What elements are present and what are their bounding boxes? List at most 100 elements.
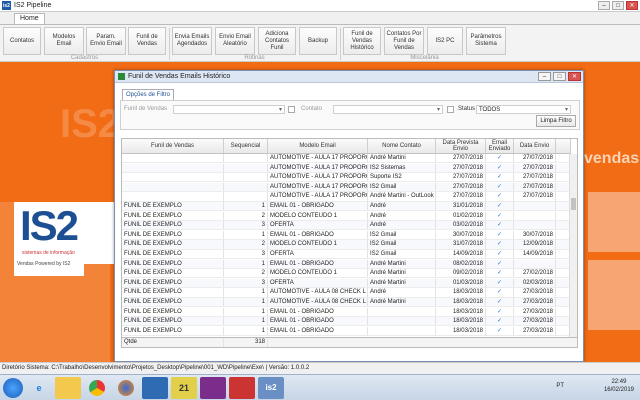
column-header-modelo[interactable]: Modelo Email [268, 139, 368, 153]
table-row[interactable]: AUTOMOTIVE - AULA 17 PROPORC André Martin… [122, 192, 571, 202]
maximize-button[interactable]: □ [612, 1, 624, 10]
contatos-button[interactable]: Contatos [3, 27, 41, 55]
cell-email-enviado: ✓ [486, 298, 514, 307]
param-envio-email-button[interactable]: Param. Envio Email [86, 27, 126, 55]
table-row[interactable]: FUNIL DE EXEMPLO 1 AUTOMOTIVE - AULA 08 CH… [122, 288, 571, 298]
cell-contato: André Martini [368, 278, 436, 287]
is2-icon[interactable]: is2 [258, 376, 284, 399]
cell-email-enviado: ✓ [486, 163, 514, 172]
cell-data-prevista: 27/07/2018 [436, 154, 486, 163]
tab-home[interactable]: Home [14, 13, 45, 24]
table-row[interactable]: FUNIL DE EXEMPLO 1 EMAIL 01 - OBRIGADO Andr… [122, 202, 571, 212]
parametros-sistema-button[interactable]: Parâmetros Sistema [466, 27, 506, 55]
modelos-email-button[interactable]: Modelos Email [44, 27, 84, 55]
column-header-sequencial[interactable]: Sequencial [224, 139, 268, 153]
chrome-icon[interactable] [84, 377, 110, 399]
column-header-email-enviado[interactable]: Email Enviado [486, 139, 514, 153]
table-row[interactable]: FUNIL DE EXEMPLO 3 OFERTA André Martini 01/0… [122, 278, 571, 288]
app-icon[interactable] [142, 376, 168, 399]
modal-minimize-button[interactable]: – [538, 72, 551, 81]
wd-icon[interactable] [229, 376, 255, 399]
contatos-por-funil-button[interactable]: Contatos Por Funil de Vendas [384, 27, 424, 55]
scrollbar-thumb[interactable] [571, 198, 576, 210]
cell-data-prevista: 30/07/2018 [436, 230, 486, 239]
cell-modelo: OFERTA [268, 250, 368, 259]
cell-data-prevista: 27/07/2018 [436, 192, 486, 201]
cell-sequencial: 2 [224, 211, 268, 220]
limpa-filtro-button[interactable]: Limpa Filtro [536, 115, 576, 127]
is2-pc-button[interactable]: IS2 PC [427, 27, 463, 55]
column-header-data-envio[interactable]: Data Envio [514, 139, 556, 153]
cell-modelo: EMAIL 01 - OBRIGADO [268, 230, 368, 239]
adiciona-contatos-funil-button[interactable]: Adiciona Contatos Funil [258, 27, 296, 55]
table-row[interactable]: AUTOMOTIVE - AULA 17 PROPORC Suporte IS2 2… [122, 173, 571, 183]
table-row[interactable]: FUNIL DE EXEMPLO 3 OFERTA IS2 Gmail 14/09/20… [122, 250, 571, 260]
ie-icon[interactable]: e [26, 377, 52, 399]
column-header-funil[interactable]: Funil de Vendas [122, 139, 224, 153]
cell-modelo: AUTOMOTIVE - AULA 17 PROPORC [270, 182, 368, 191]
cell-modelo: AUTOMOTIVE - AULA 08 CHECK L [268, 288, 368, 297]
modal-maximize-button[interactable]: □ [553, 72, 566, 81]
table-row[interactable]: FUNIL DE EXEMPLO 1 EMAIL 01 - OBRIGADO Andr… [122, 259, 571, 269]
app21-icon[interactable]: 21 [171, 376, 197, 399]
table-row[interactable]: FUNIL DE EXEMPLO 2 MODELO CONTEUDO 1 André … [122, 269, 571, 279]
language-indicator[interactable]: PT [556, 383, 564, 389]
clock[interactable]: 22:49 16/02/2019 [604, 378, 634, 394]
cell-funil: FUNIL DE EXEMPLO [122, 221, 224, 230]
taskbar: e 21 is2 PT 22:49 16/02/2019 [0, 374, 640, 400]
cell-data-envio: 27/07/2018 [514, 154, 556, 163]
cell-data-prevista: 18/03/2018 [436, 298, 486, 307]
funil-select[interactable]: ▾ [173, 105, 285, 114]
table-row[interactable]: FUNIL DE EXEMPLO 1 EMAIL 01 - OBRIGADO 18/0… [122, 307, 571, 317]
contato-select[interactable]: ▾ [333, 105, 443, 114]
table-row[interactable]: FUNIL DE EXEMPLO 1 EMAIL 01 - OBRIGADO 18/0… [122, 317, 571, 327]
cell-modelo: EMAIL 01 - OBRIGADO [268, 326, 368, 335]
cell-funil: FUNIL DE EXEMPLO [122, 288, 224, 297]
envio-email-aleatorio-button[interactable]: Envio Email Aleatório [215, 27, 255, 55]
group-separator [340, 28, 341, 60]
funil-vendas-historico-button[interactable]: Funil de Vendas Histórico [343, 27, 381, 55]
table-row[interactable]: FUNIL DE EXEMPLO 1 EMAIL 01 - OBRIGADO 18/0… [122, 326, 571, 336]
envia-emails-agendados-button[interactable]: Envia Emails Agendados [172, 27, 212, 55]
cell-modelo: AUTOMOTIVE - AULA 17 PROPORC [270, 192, 368, 201]
cell-data-envio: 27/07/2018 [514, 163, 556, 172]
contato-checkbox[interactable] [447, 106, 454, 113]
status-select[interactable]: TODOS ▾ [476, 105, 571, 114]
firefox-icon[interactable] [113, 377, 139, 399]
windev-icon[interactable] [200, 376, 226, 399]
column-header-contato[interactable]: Nome Contato [368, 139, 436, 153]
table-row[interactable]: AUTOMOTIVE - AULA 17 PROPORC André Martin… [122, 154, 571, 164]
cell-data-prevista: 01/03/2018 [436, 278, 486, 287]
minimize-button[interactable]: – [598, 1, 610, 10]
historico-titlebar: Funil de Vendas Emails Histórico – □ ✕ [115, 71, 583, 83]
cell-sequencial [224, 182, 268, 191]
filter-panel: Funil de Vendas ▾ Contato ▾ Status TODOS… [120, 100, 580, 130]
close-button[interactable]: ✕ [626, 1, 638, 10]
cell-funil [122, 163, 224, 172]
table-row[interactable]: FUNIL DE EXEMPLO 3 OFERTA André 03/02/2018 ✓ [122, 221, 571, 231]
backup-button[interactable]: Backup [299, 27, 337, 55]
column-header-data-prevista[interactable]: Data Prevista Envio [436, 139, 486, 153]
table-scrollbar[interactable] [569, 154, 577, 339]
funil-checkbox[interactable] [288, 106, 295, 113]
table-row[interactable]: FUNIL DE EXEMPLO 1 AUTOMOTIVE - AULA 08 CH… [122, 298, 571, 308]
ribbon: Contatos Modelos Email Param. Envio Emai… [0, 24, 640, 62]
table-row[interactable]: AUTOMOTIVE - AULA 17 PROPORC IS2 Sistemas… [122, 163, 571, 173]
table-row[interactable]: FUNIL DE EXEMPLO 2 MODELO CONTEUDO 1 André 0… [122, 211, 571, 221]
table-row[interactable]: AUTOMOTIVE - AULA 17 PROPORC IS2 Gmail 27/… [122, 182, 571, 192]
modal-close-button[interactable]: ✕ [568, 72, 581, 81]
funil-de-vendas-button[interactable]: Funil de Vendas [128, 27, 166, 55]
clock-time: 22:49 [611, 379, 627, 385]
table-footer: Qtde 318 [122, 337, 577, 347]
start-icon[interactable] [3, 377, 23, 398]
cell-sequencial: 2 [224, 269, 268, 278]
chevron-down-icon: ▾ [436, 107, 440, 113]
tab-opcoes-filtro[interactable]: Opções de Filtro [122, 89, 175, 100]
cell-funil [122, 182, 224, 191]
explorer-icon[interactable] [55, 376, 81, 399]
table-row[interactable]: FUNIL DE EXEMPLO 2 MODELO CONTEUDO 1 IS2 Gm… [122, 240, 571, 250]
table-row[interactable]: FUNIL DE EXEMPLO 1 EMAIL 01 - OBRIGADO IS2 … [122, 230, 571, 240]
cell-data-prevista: 18/03/2018 [436, 326, 486, 335]
cell-data-envio: 02/03/2018 [514, 278, 556, 287]
chevron-down-icon: ▾ [564, 107, 568, 113]
